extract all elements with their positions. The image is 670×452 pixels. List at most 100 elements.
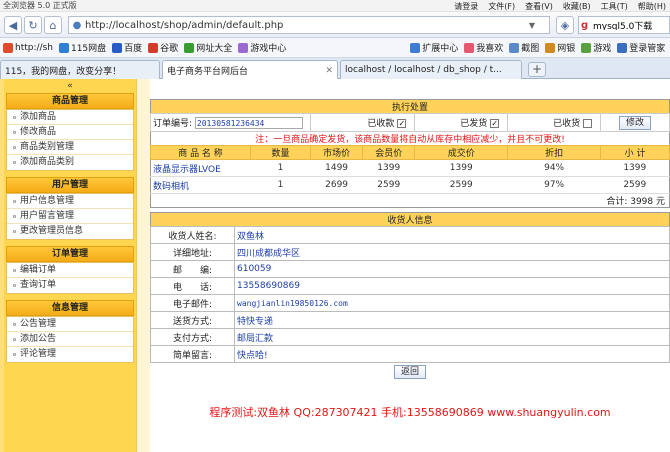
sidebar-item[interactable]: 用户留言管理 <box>7 209 133 224</box>
table-cell: 1399 <box>414 159 508 177</box>
favorite-item[interactable]: 我喜欢 <box>461 41 506 54</box>
menu-view[interactable]: 查看(V) <box>525 1 553 12</box>
table-cell: 1499 <box>310 159 363 177</box>
search-box[interactable]: g <box>578 16 670 34</box>
sidebar-item[interactable]: 商品类别管理 <box>7 140 133 155</box>
status-paid-checkbox[interactable]: ✓ <box>397 119 407 128</box>
table-cell: 1399 <box>362 159 415 177</box>
product-name-link[interactable]: 液晶显示器LVOE <box>150 159 251 177</box>
sidebar-item[interactable]: 添加商品 <box>7 110 133 125</box>
tab-label: 115，我的网盘，改变分享！ <box>5 66 122 77</box>
favorite-label: 百度 <box>124 44 143 54</box>
favorite-icon <box>410 42 421 53</box>
sidebar-group-title[interactable]: 商品管理 <box>6 93 134 109</box>
favorite-item[interactable]: 网址大全 <box>181 41 235 54</box>
favorite-icon <box>58 42 69 53</box>
tab-115[interactable]: 115，我的网盘，改变分享！ <box>0 60 160 79</box>
sidebar-item[interactable]: 更改管理员信息 <box>7 224 133 239</box>
sidebar-item-label: 用户留言管理 <box>20 210 75 221</box>
sidebar-item[interactable]: 编辑订单 <box>7 263 133 278</box>
sidebar-group-title[interactable]: 信息管理 <box>6 300 134 316</box>
chevron-down-icon[interactable]: ▼ <box>525 21 539 30</box>
bullet-icon <box>13 115 16 119</box>
sidebar-item[interactable]: 查询订单 <box>7 278 133 293</box>
sidebar-item-label: 查询订单 <box>20 280 57 290</box>
sidebar-group-title[interactable]: 订单管理 <box>6 246 134 262</box>
receiver-field-value: 快点哈! <box>234 345 670 363</box>
status-shipped: 已发货 ✓ <box>414 113 509 132</box>
favorite-label: 游戏中心 <box>250 44 287 54</box>
favorite-label: 网址大全 <box>196 44 233 54</box>
status-received-checkbox[interactable] <box>583 119 593 128</box>
favorite-label: 我喜欢 <box>476 44 504 54</box>
favorite-icon <box>3 42 13 53</box>
favorite-item[interactable]: 扩展中心 <box>407 41 461 54</box>
favorite-item[interactable]: 谷歌 <box>145 41 181 54</box>
home-icon[interactable]: ⌂ <box>44 16 62 34</box>
receiver-field-value: wangjianlin19850126.com <box>234 294 670 312</box>
receiver-field-label: 邮 编: <box>150 260 235 278</box>
search-engine-icon[interactable]: g <box>581 20 593 31</box>
table-row: 数码相机 1 2699 2599 2599 97% 2599 <box>150 176 670 194</box>
sidebar-item[interactable]: 评论管理 <box>7 347 133 362</box>
status-shipped-checkbox[interactable]: ✓ <box>490 119 500 128</box>
collapse-icon[interactable]: « <box>4 79 136 93</box>
address-bar[interactable]: ● ▼ <box>68 16 550 34</box>
bullet-icon <box>13 145 16 149</box>
new-tab-button[interactable]: + <box>528 62 546 77</box>
sidebar-item-label: 添加商品类别 <box>20 157 75 167</box>
status-shipped-label: 已发货 <box>460 119 488 129</box>
sidebar-item-label: 评论管理 <box>20 349 57 359</box>
sidebar-item[interactable]: 公告管理 <box>7 317 133 332</box>
sidebar-divider[interactable] <box>136 79 150 452</box>
menu-favorites[interactable]: 收藏(B) <box>563 1 591 12</box>
favorite-icon <box>112 42 123 53</box>
favorite-item[interactable]: 登录管家 <box>614 41 668 54</box>
favorite-item[interactable]: 游戏中心 <box>235 41 289 54</box>
receiver-row: 支付方式: 邮局汇款 <box>150 328 670 346</box>
footer-credit: 程序测试:双鱼林 QQ:287307421 手机:13558690869 www… <box>209 406 611 419</box>
menu-tools[interactable]: 工具(T) <box>601 1 628 12</box>
receiver-row: 简单留言: 快点哈! <box>150 345 670 363</box>
tab-admin[interactable]: 电子商务平台网后台 ✕ <box>162 60 338 80</box>
sidebar-item[interactable]: 修改商品 <box>7 125 133 140</box>
favorite-item[interactable]: 网银 <box>542 41 578 54</box>
favorite-item[interactable]: 截图 <box>506 41 542 54</box>
sidebar-item[interactable]: 添加公告 <box>7 332 133 347</box>
url-input[interactable] <box>85 19 525 31</box>
favorite-item[interactable]: 百度 <box>109 41 145 54</box>
order-no-field[interactable]: 20130581236434 <box>194 117 303 130</box>
favorite-item[interactable]: 游戏 <box>578 41 614 54</box>
menu-help[interactable]: 帮助(H) <box>638 1 666 12</box>
favorite-icon <box>238 42 249 53</box>
close-icon[interactable]: ✕ <box>325 66 333 76</box>
sidebar-item[interactable]: 用户信息管理 <box>7 194 133 209</box>
favorite-item[interactable]: 115网盘 <box>56 41 109 54</box>
back-button[interactable]: 返回 <box>393 365 426 379</box>
receiver-row: 电子邮件: wangjianlin19850126.com <box>150 294 670 312</box>
search-input[interactable] <box>593 20 663 30</box>
shield-icon[interactable]: ◈ <box>556 16 574 34</box>
favorite-icon <box>148 42 159 53</box>
bullet-icon <box>13 268 16 272</box>
modify-cell: 修改 <box>600 113 670 132</box>
table-cell: 1 <box>250 159 311 177</box>
back-icon[interactable]: ◀ <box>4 16 22 34</box>
receiver-field-label: 支付方式: <box>150 328 235 346</box>
sidebar-item[interactable]: 添加商品类别 <box>7 155 133 170</box>
favorite-icon <box>545 42 556 53</box>
favorite-label: 谷歌 <box>160 44 179 54</box>
menu-login[interactable]: 请登录 <box>454 1 478 12</box>
product-name-link[interactable]: 数码相机 <box>150 176 251 194</box>
sidebar-group-title[interactable]: 用户管理 <box>6 177 134 193</box>
table-row: 液晶显示器LVOE 1 1499 1399 1399 94% 1399 <box>150 159 670 177</box>
modify-button[interactable]: 修改 <box>619 115 652 130</box>
tab-phpmyadmin[interactable]: localhost / localhost / db_shop / t... <box>340 60 522 79</box>
table-cell: 94% <box>507 159 601 177</box>
menu-file[interactable]: 文件(F) <box>488 1 515 12</box>
bullet-icon <box>13 199 16 203</box>
favorite-item[interactable]: http://sh <box>0 42 56 53</box>
refresh-icon[interactable]: ↻ <box>24 16 42 34</box>
window-title: 全浏览器 5.0 正式版 <box>3 1 77 10</box>
col-name: 商 品 名 称 <box>150 145 251 160</box>
